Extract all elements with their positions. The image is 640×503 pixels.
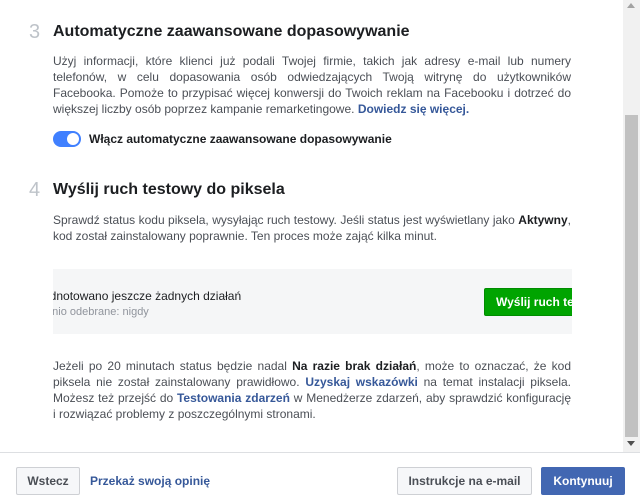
description-text: Sprawdź status kodu piksela, wysyłając r… (53, 213, 519, 227)
pixel-status-box: odnotowano jeszcze żadnych działań atnio… (53, 269, 572, 334)
dialog-content: 3 Automatyczne zaawansowane dopasowywani… (0, 0, 623, 452)
email-instructions-button[interactable]: Instrukcje na e-mail (397, 467, 532, 495)
scroll-down-arrow-icon[interactable] (627, 441, 635, 446)
feedback-link[interactable]: Przekaż swoją opinię (90, 473, 210, 489)
no-activity-status: Na razie brak działań (292, 359, 417, 373)
dialog-footer: Wstecz Przekaż swoją opinię Instrukcje n… (0, 452, 640, 503)
step-title: Wyślij ruch testowy do piksela (53, 181, 285, 198)
last-received-text: atnio odebrane: nigdy (53, 306, 149, 318)
note-text: Jeżeli po 20 minutach status będzie nada… (53, 359, 293, 373)
send-test-traffic-button[interactable]: Wyślij ruch te (484, 288, 572, 316)
step-number: 3 (29, 21, 41, 43)
vertical-scrollbar[interactable] (623, 0, 640, 452)
scroll-thumb[interactable] (625, 115, 638, 437)
learn-more-link[interactable]: Dowiedz się więcej. (358, 102, 469, 116)
step-description: Sprawdź status kodu piksela, wysyłając r… (53, 212, 571, 244)
status-active-label: Aktywny (518, 213, 568, 227)
troubleshooting-note: Jeżeli po 20 minutach status będzie nada… (53, 358, 571, 422)
step-number: 4 (29, 179, 41, 201)
continue-button[interactable]: Kontynuuj (541, 467, 625, 495)
description-text: Użyj informacji, które klienci już podal… (53, 54, 571, 116)
toggle-label: Włącz automatyczne zaawansowane dopasowy… (89, 132, 392, 146)
status-message: odnotowano jeszcze żadnych działań (53, 289, 242, 303)
advanced-matching-toggle[interactable] (53, 131, 81, 147)
step-description: Użyj informacji, które klienci już podal… (53, 53, 571, 117)
step-title: Automatyczne zaawansowane dopasowywanie (53, 23, 410, 40)
get-tips-link[interactable]: Uzyskaj wskazówki (305, 375, 418, 389)
back-button[interactable]: Wstecz (16, 467, 80, 495)
scroll-up-arrow-icon[interactable] (627, 3, 635, 8)
test-events-link[interactable]: Testowania zdarzeń (177, 391, 290, 405)
toggle-knob (67, 133, 79, 145)
